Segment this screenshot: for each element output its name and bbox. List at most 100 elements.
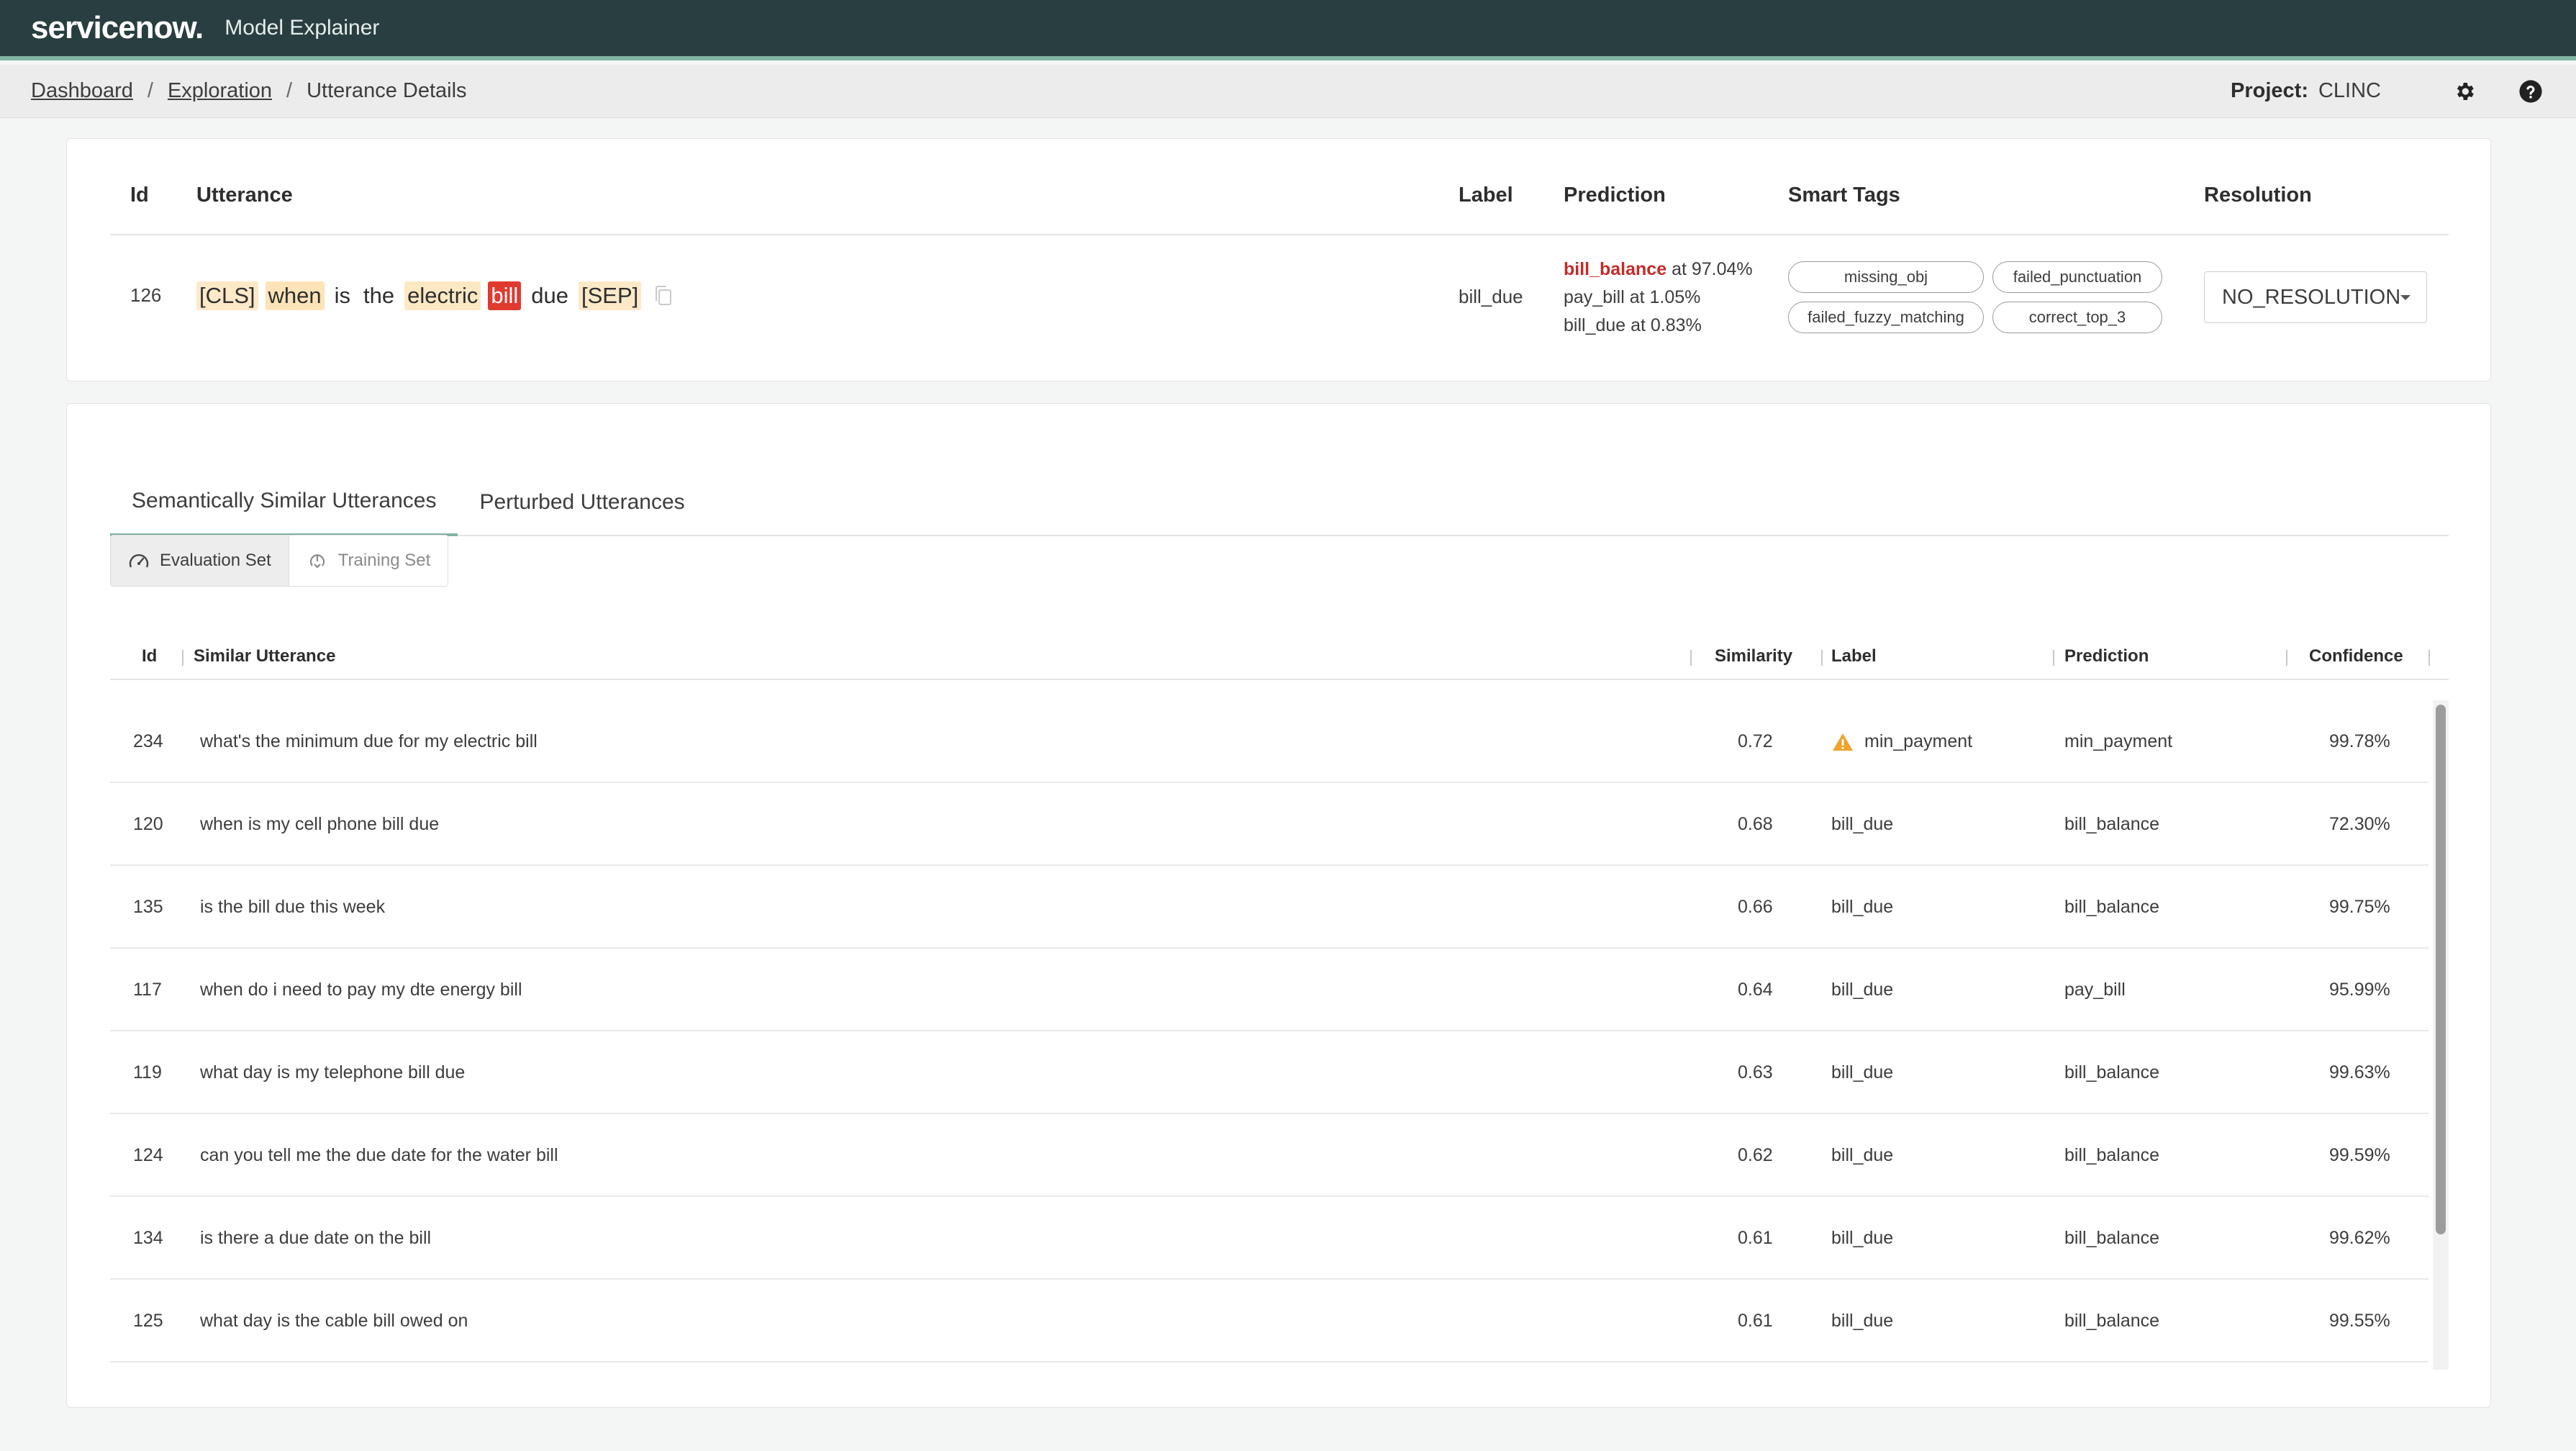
- cell-confidence: 72.30%: [2329, 814, 2390, 834]
- cell-utterance: what day is the cable bill owed on: [200, 1311, 468, 1331]
- cell-id: 134: [133, 1228, 163, 1248]
- cell-similarity: 0.64: [1738, 980, 1773, 1000]
- dataset-toggle: Evaluation Set Training Set: [110, 535, 449, 587]
- cell-label: min_payment: [1831, 700, 1972, 783]
- breadcrumb-bar: Dashboard / Exploration / Utterance Deta…: [0, 65, 2576, 118]
- training-set-label: Training Set: [337, 551, 431, 570]
- cell-utterance: when do i need to pay my dte energy bill: [200, 980, 522, 1000]
- tab-semantically-similar[interactable]: Semantically Similar Utterances: [110, 489, 458, 536]
- similar-table-header: Id Similar Utterance Similarity Label Pr…: [110, 634, 2449, 680]
- table-row[interactable]: 234 what's the minimum due for my electr…: [110, 700, 2428, 783]
- tab-bar: Semantically Similar Utterances Perturbe…: [110, 444, 2449, 536]
- col-label[interactable]: Label: [1831, 646, 1877, 666]
- cell-similarity: 0.68: [1738, 814, 1773, 834]
- column-divider: [2053, 650, 2054, 666]
- project-label: Project:: [2231, 79, 2308, 102]
- cell-similarity: 0.72: [1738, 731, 1773, 751]
- cell-id: 125: [133, 1311, 163, 1331]
- cell-confidence: 99.75%: [2329, 897, 2390, 917]
- tab-perturbed[interactable]: Perturbed Utterances: [458, 490, 706, 535]
- prediction-top: bill_balance: [1564, 259, 1667, 279]
- evaluation-set-button[interactable]: Evaluation Set: [111, 535, 289, 586]
- cell-confidence: 99.59%: [2329, 1145, 2390, 1165]
- warning-icon: [1833, 733, 1853, 751]
- header-smart-tags: Smart Tags: [1788, 184, 1900, 207]
- servicenow-logo[interactable]: servicenow.: [31, 10, 204, 46]
- scrollbar-thumb[interactable]: [2436, 705, 2446, 1234]
- breadcrumb-current: Utterance Details: [307, 79, 467, 102]
- col-confidence[interactable]: Confidence: [2309, 646, 2403, 666]
- cell-prediction: bill_balance: [2064, 1311, 2160, 1331]
- gear-icon[interactable]: [2450, 77, 2479, 106]
- cell-prediction: bill_balance: [2064, 1228, 2160, 1248]
- cell-similarity: 0.62: [1738, 1145, 1773, 1165]
- token: is: [334, 283, 351, 308]
- table-row[interactable]: 119 what day is my telephone bill due 0.…: [110, 1031, 2428, 1114]
- training-icon: [309, 554, 325, 569]
- breadcrumb-separator: /: [286, 79, 293, 102]
- cell-confidence: 99.78%: [2329, 731, 2390, 751]
- prediction-list: bill_balance at 97.04% pay_bill at 1.05%…: [1564, 256, 1753, 340]
- token: electric: [404, 281, 481, 310]
- resolution-select[interactable]: NO_RESOLUTION: [2204, 271, 2427, 323]
- app-title: Model Explainer: [225, 16, 380, 40]
- help-icon[interactable]: [2516, 77, 2545, 106]
- cell-confidence: 95.99%: [2329, 980, 2390, 1000]
- cell-label: bill_due: [1831, 1062, 1894, 1082]
- header-divider: [110, 234, 2449, 235]
- cell-confidence: 99.55%: [2329, 1311, 2390, 1331]
- cell-label: bill_due: [1831, 1311, 1894, 1331]
- col-prediction[interactable]: Prediction: [2064, 646, 2149, 666]
- column-divider: [2428, 650, 2430, 666]
- table-row[interactable]: 135 is the bill due this week 0.66 bill_…: [110, 866, 2428, 949]
- table-row[interactable]: 124 can you tell me the due date for the…: [110, 1114, 2428, 1197]
- cell-id: 234: [133, 731, 163, 751]
- table-row[interactable]: 117 when do i need to pay my dte energy …: [110, 949, 2428, 1031]
- prediction-second: pay_bill at 1.05%: [1564, 287, 1701, 307]
- cell-label: bill_due: [1831, 1145, 1894, 1165]
- training-set-button[interactable]: Training Set: [289, 535, 448, 586]
- cell-similarity: 0.66: [1738, 897, 1773, 917]
- utterance-label: bill_due: [1459, 286, 1523, 307]
- table-row[interactable]: 120 when is my cell phone bill due 0.68 …: [110, 783, 2428, 866]
- breadcrumb-exploration-link[interactable]: Exploration: [168, 79, 272, 103]
- column-divider: [182, 650, 183, 666]
- table-row[interactable]: 125 what day is the cable bill owed on 0…: [110, 1280, 2428, 1362]
- col-similarity[interactable]: Similarity: [1715, 646, 1792, 666]
- cell-prediction: bill_balance: [2064, 814, 2160, 834]
- token-highlighted: bill: [488, 281, 522, 310]
- similar-utterances-card: Semantically Similar Utterances Perturbe…: [66, 403, 2491, 1408]
- header-prediction: Prediction: [1564, 184, 1666, 207]
- similar-table-body: 234 what's the minimum due for my electr…: [110, 700, 2449, 1370]
- project-value: CLINC: [2318, 79, 2381, 102]
- cell-similarity: 0.61: [1738, 1228, 1773, 1248]
- cell-similarity: 0.61: [1738, 1311, 1773, 1331]
- cell-confidence: 99.62%: [2329, 1228, 2390, 1248]
- breadcrumb-dashboard-link[interactable]: Dashboard: [31, 79, 133, 103]
- header-resolution: Resolution: [2204, 184, 2312, 207]
- cell-utterance: what's the minimum due for my electric b…: [200, 731, 538, 751]
- cell-id: 119: [133, 1062, 162, 1082]
- top-navigation-bar: servicenow. Model Explainer: [0, 0, 2576, 60]
- table-row[interactable]: 134 is there a due date on the bill 0.61…: [110, 1197, 2428, 1280]
- header-id: Id: [130, 184, 149, 207]
- token: [SEP]: [578, 281, 642, 310]
- utterance-details-card: Id Utterance Label Prediction Smart Tags…: [66, 138, 2491, 381]
- evaluation-set-label: Evaluation Set: [160, 551, 271, 570]
- resolution-value: NO_RESOLUTION: [2222, 285, 2401, 309]
- cell-confidence: 99.63%: [2329, 1062, 2390, 1082]
- prediction-top-score: at 97.04%: [1666, 259, 1753, 279]
- cell-label: bill_due: [1831, 980, 1894, 1000]
- col-similar-utterance[interactable]: Similar Utterance: [194, 646, 335, 666]
- cell-label: bill_due: [1831, 814, 1894, 834]
- cell-utterance: what day is my telephone bill due: [200, 1062, 466, 1082]
- cell-id: 135: [133, 897, 163, 917]
- table-scrollbar[interactable]: [2433, 700, 2449, 1370]
- smart-tags: missing_obj failed_punctuation failed_fu…: [1788, 261, 2162, 333]
- cell-id: 120: [133, 814, 163, 834]
- copy-icon[interactable]: [654, 285, 673, 307]
- cell-prediction: bill_balance: [2064, 1145, 2160, 1165]
- column-divider: [2286, 650, 2287, 666]
- cell-utterance: is there a due date on the bill: [200, 1228, 432, 1248]
- col-id[interactable]: Id: [142, 646, 157, 666]
